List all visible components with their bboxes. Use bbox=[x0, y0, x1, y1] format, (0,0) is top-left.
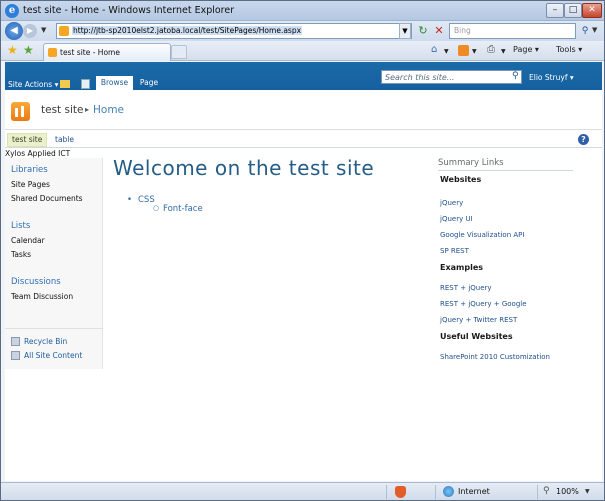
site-logo-icon[interactable] bbox=[11, 102, 30, 121]
company-label: Xylos Applied ICT bbox=[5, 149, 71, 158]
status-divider bbox=[435, 485, 436, 499]
tab-browse[interactable]: Browse bbox=[96, 76, 133, 90]
bullet-dot-icon: • bbox=[127, 195, 133, 205]
zoom-level[interactable]: 100% bbox=[556, 487, 579, 496]
protected-mode-icon[interactable] bbox=[395, 486, 406, 498]
minimize-button[interactable]: – bbox=[546, 3, 564, 18]
status-bar: Internet ⚲ 100% ▼ bbox=[1, 482, 604, 500]
top-navigation: test site table ? bbox=[5, 131, 602, 148]
tab-bar: ★ ★ test site - Home ⌂ ▼ ▼ ⎙ ▼ Page ▾ To… bbox=[1, 41, 604, 61]
link-sp-rest[interactable]: SP REST bbox=[440, 247, 469, 255]
ql-heading-lists[interactable]: Lists bbox=[11, 221, 30, 231]
edit-page-icon[interactable] bbox=[81, 79, 90, 89]
ql-item-tasks[interactable]: Tasks bbox=[11, 250, 31, 259]
title-area: test site ▸ Home bbox=[5, 90, 602, 130]
print-dropdown-icon[interactable]: ▼ bbox=[501, 48, 506, 55]
address-bar[interactable]: http://jtb-sp2010elst2.jatoba.local/test… bbox=[56, 23, 412, 39]
group-websites: Websites bbox=[440, 175, 482, 184]
stop-icon[interactable]: ✕ bbox=[432, 24, 446, 38]
group-useful-websites: Useful Websites bbox=[440, 332, 513, 341]
welcome-heading: Welcome on the test site bbox=[113, 156, 375, 180]
feeds-dropdown-icon[interactable]: ▼ bbox=[472, 48, 477, 55]
favorites-star-icon[interactable]: ★ bbox=[7, 44, 18, 56]
feeds-icon[interactable] bbox=[458, 45, 469, 56]
site-search-input[interactable]: Search this site... bbox=[381, 70, 522, 84]
back-icon[interactable]: ◀ bbox=[5, 22, 23, 40]
link-google-visualization[interactable]: Google Visualization API bbox=[440, 231, 524, 239]
forward-icon[interactable]: ▶ bbox=[23, 24, 37, 38]
search-icon[interactable]: ⚲ bbox=[578, 23, 592, 39]
quick-launch: Libraries Site Pages Shared Documents Li… bbox=[5, 158, 103, 369]
search-dropdown-icon[interactable]: ▼ bbox=[592, 26, 597, 34]
ql-heading-discussions[interactable]: Discussions bbox=[11, 277, 61, 287]
all-site-content-link[interactable]: All Site Content bbox=[24, 351, 82, 360]
address-dropdown-icon[interactable]: ▼ bbox=[399, 23, 411, 39]
tab-page[interactable]: Page bbox=[133, 76, 165, 90]
list-item-font-face[interactable]: Font-face bbox=[163, 204, 203, 214]
recycle-bin-link[interactable]: Recycle Bin bbox=[24, 337, 67, 346]
home-icon[interactable]: ⌂ bbox=[431, 44, 437, 55]
ql-item-calendar[interactable]: Calendar bbox=[11, 236, 45, 245]
ie-logo-icon: e bbox=[5, 4, 19, 18]
close-button[interactable]: ✕ bbox=[582, 3, 602, 18]
add-favorites-icon[interactable]: ★ bbox=[23, 44, 34, 56]
group-examples: Examples bbox=[440, 263, 484, 272]
ql-item-team-discussion[interactable]: Team Discussion bbox=[11, 292, 73, 301]
page-menu[interactable]: Page ▾ bbox=[513, 45, 539, 54]
navigation-bar: ◀ ▶ ▼ http://jtb-sp2010elst2.jatoba.loca… bbox=[1, 21, 604, 41]
tab-favicon-icon bbox=[48, 48, 57, 57]
ql-footer: Recycle Bin All Site Content bbox=[5, 328, 103, 360]
browser-window: e test site - Home - Windows Internet Ex… bbox=[0, 0, 605, 501]
history-dropdown-icon[interactable]: ▼ bbox=[41, 26, 46, 34]
zoom-icon[interactable]: ⚲ bbox=[543, 486, 550, 496]
recycle-bin-icon bbox=[11, 337, 20, 346]
status-divider bbox=[386, 485, 387, 499]
summary-links-title: Summary Links bbox=[438, 158, 573, 171]
search-box[interactable]: Bing bbox=[449, 23, 576, 39]
site-actions-menu[interactable]: Site Actions ▾ bbox=[8, 80, 58, 89]
maximize-button[interactable]: □ bbox=[564, 3, 582, 18]
address-url[interactable]: http://jtb-sp2010elst2.jatoba.local/test… bbox=[72, 26, 303, 35]
title-bar: e test site - Home - Windows Internet Ex… bbox=[1, 1, 604, 21]
new-tab-button[interactable] bbox=[171, 45, 187, 59]
page-title: Home bbox=[93, 104, 125, 116]
internet-zone-icon bbox=[443, 486, 454, 497]
navigate-up-icon[interactable] bbox=[60, 80, 70, 88]
site-favicon-icon bbox=[59, 26, 69, 36]
tab-title: test site - Home bbox=[60, 48, 120, 57]
zoom-dropdown-icon[interactable]: ▼ bbox=[585, 488, 590, 495]
refresh-icon[interactable]: ↻ bbox=[416, 24, 430, 38]
print-icon[interactable]: ⎙ bbox=[487, 44, 495, 55]
browser-tab[interactable]: test site - Home bbox=[43, 43, 171, 61]
ribbon: Site Actions ▾ Browse Page Search this s… bbox=[5, 62, 602, 90]
bullet-circle-icon: ○ bbox=[153, 204, 160, 212]
window-title: test site - Home - Windows Internet Expl… bbox=[23, 5, 235, 16]
ql-item-site-pages[interactable]: Site Pages bbox=[11, 180, 50, 189]
nav-item-test-site[interactable]: test site bbox=[7, 133, 48, 147]
link-sharepoint-customization[interactable]: SharePoint 2010 Customization bbox=[440, 353, 550, 361]
link-rest-jquery-google[interactable]: REST + jQuery + Google bbox=[440, 300, 527, 308]
status-divider bbox=[537, 485, 538, 499]
sharepoint-page: Site Actions ▾ Browse Page Search this s… bbox=[5, 62, 602, 481]
help-icon[interactable]: ? bbox=[578, 134, 589, 145]
home-dropdown-icon[interactable]: ▼ bbox=[444, 48, 449, 55]
nav-item-table[interactable]: table bbox=[55, 135, 74, 144]
ql-heading-libraries[interactable]: Libraries bbox=[11, 165, 48, 175]
tools-menu[interactable]: Tools ▾ bbox=[556, 45, 582, 54]
site-search-icon[interactable]: ⚲ bbox=[512, 71, 519, 81]
ql-item-shared-documents[interactable]: Shared Documents bbox=[11, 194, 83, 203]
site-search-placeholder: Search this site... bbox=[385, 73, 455, 82]
link-jquery[interactable]: jQuery bbox=[440, 199, 463, 207]
link-jquery-twitter-rest[interactable]: jQuery + Twitter REST bbox=[440, 316, 517, 324]
breadcrumb-site[interactable]: test site bbox=[41, 104, 83, 116]
link-jquery-ui[interactable]: jQuery UI bbox=[440, 215, 473, 223]
breadcrumb-separator-icon: ▸ bbox=[85, 105, 90, 114]
search-placeholder: Bing bbox=[454, 26, 471, 35]
all-site-content-icon bbox=[11, 351, 20, 360]
security-zone: Internet bbox=[458, 487, 490, 496]
user-menu[interactable]: Elio Struyf ▾ bbox=[529, 73, 574, 82]
link-rest-jquery[interactable]: REST + jQuery bbox=[440, 284, 492, 292]
